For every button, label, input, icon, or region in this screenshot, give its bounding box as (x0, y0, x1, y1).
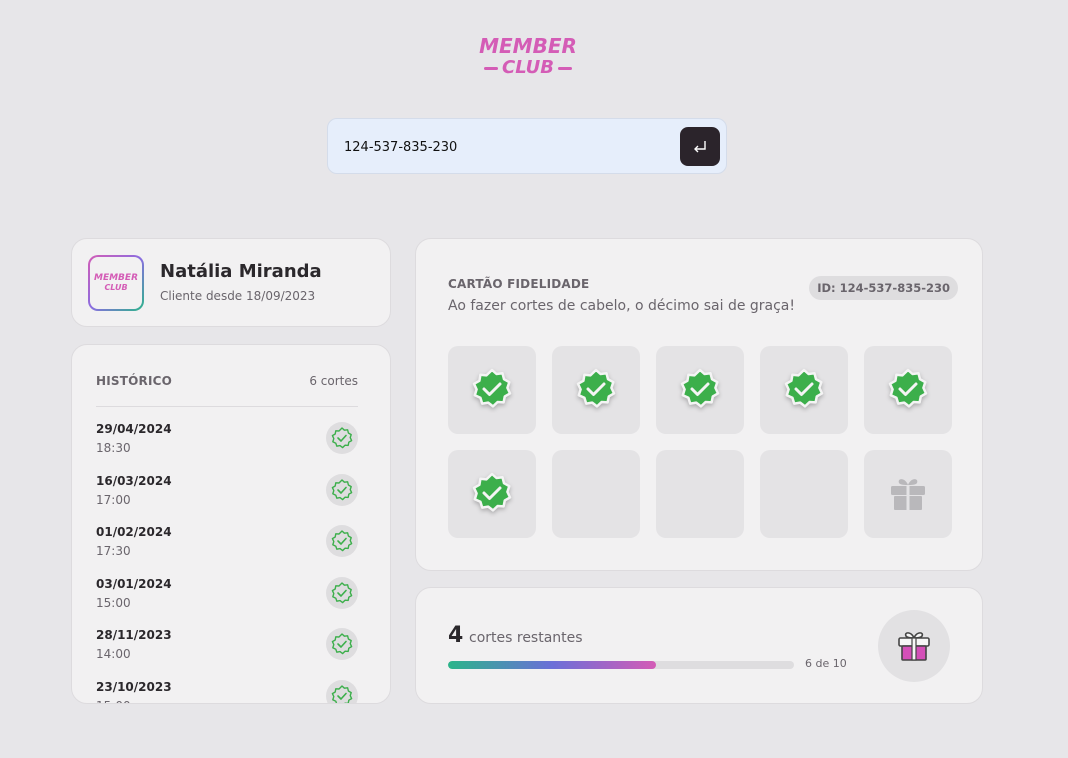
client-name: Natália Miranda (160, 261, 322, 282)
client-id-search (327, 118, 727, 174)
history-date: 29/04/2024 (96, 422, 172, 436)
logo-line2-text: CLUB (501, 57, 555, 78)
history-item: 03/01/2024 15:00 (96, 576, 358, 621)
history-time: 17:30 (96, 544, 131, 559)
check-seal-icon (331, 427, 353, 449)
history-time: 15:00 (96, 699, 131, 703)
loyalty-title: CARTÃO FIDELIDADE (448, 277, 590, 291)
stamp-check-icon (576, 368, 616, 408)
history-check (326, 422, 358, 454)
check-seal-icon (331, 633, 353, 655)
stamp-check-icon (472, 472, 512, 512)
progress-fraction: 6 de 10 (805, 657, 847, 670)
check-seal-icon (331, 685, 353, 703)
history-check (326, 628, 358, 661)
submit-button[interactable] (680, 127, 720, 166)
history-card: HISTÓRICO 6 cortes 29/04/2024 18:30 16/03/… (71, 344, 391, 704)
remaining-label: cortes restantes (469, 630, 583, 646)
history-check (326, 473, 358, 506)
history-title: HISTÓRICO (96, 374, 173, 388)
history-date: 03/01/2024 (96, 576, 172, 591)
stamp-slot-filled (760, 346, 848, 434)
loyalty-card: CARTÃO FIDELIDADE Ao fazer cortes de cab… (415, 238, 983, 571)
logo-line1: MEMBER (479, 34, 577, 58)
progress-bar-fill (448, 661, 656, 669)
remaining-count: 4 (448, 623, 464, 648)
history-date: 16/03/2024 (96, 473, 172, 488)
avatar-logo-line2: CLUB (104, 282, 128, 292)
history-time: 14:00 (96, 647, 131, 662)
check-seal-icon (331, 478, 353, 500)
history-item: 28/11/2023 14:00 (96, 628, 358, 672)
member-club-logo: MEMBER CLUB (476, 34, 580, 80)
history-item: 23/10/2023 15:00 (96, 680, 358, 703)
stamp-slot-filled (656, 346, 744, 434)
history-count: 6 cortes (309, 374, 358, 388)
loyalty-description: Ao fazer cortes de cabelo, o décimo sai … (448, 298, 795, 314)
history-check (326, 525, 358, 558)
divider (96, 406, 358, 407)
history-date: 28/11/2023 (96, 628, 172, 643)
history-item: 01/02/2024 17:30 (96, 525, 358, 569)
avatar-logo-line1: MEMBER (94, 272, 138, 283)
client-since: Cliente desde 18/09/2023 (160, 289, 316, 303)
check-seal-icon (331, 582, 353, 604)
stamp-check-icon (472, 368, 512, 408)
stamp-slot-filled (448, 346, 536, 434)
stamp-slot-empty (760, 450, 848, 538)
progress-card: 4 cortes restantes 6 de 10 (415, 587, 983, 704)
reward-gift (878, 610, 950, 682)
client-id-input[interactable] (344, 135, 664, 159)
progress-bar (448, 661, 794, 669)
stamp-slot-empty (656, 450, 744, 538)
stamp-slot-filled (448, 450, 536, 538)
logo-line2: CLUB (476, 59, 580, 77)
history-date: 23/10/2023 (96, 680, 172, 694)
history-time: 17:00 (96, 492, 131, 507)
stamp-slot-empty (552, 450, 640, 538)
history-check (326, 680, 358, 703)
enter-icon (694, 140, 706, 152)
gift-icon (898, 632, 930, 661)
history-time: 18:30 (96, 441, 131, 455)
client-id-badge: ID: 124-537-835-230 (809, 276, 958, 300)
avatar: MEMBER CLUB (88, 255, 144, 311)
stamp-check-icon (888, 368, 928, 408)
history-check (326, 576, 358, 609)
stamp-slot-reward (864, 450, 952, 538)
stamp-check-icon (784, 368, 824, 408)
history-item: 29/04/2024 18:30 (96, 422, 358, 466)
stamp-check-icon (680, 368, 720, 408)
check-seal-icon (331, 530, 353, 552)
history-time: 15:00 (96, 595, 131, 610)
gift-icon (891, 479, 925, 510)
history-date: 01/02/2024 (96, 525, 172, 540)
profile-card: MEMBER CLUB Natália Miranda Cliente desd… (71, 238, 391, 327)
stamp-slot-filled (864, 346, 952, 434)
history-item: 16/03/2024 17:00 (96, 473, 358, 518)
stamp-slot-filled (552, 346, 640, 434)
